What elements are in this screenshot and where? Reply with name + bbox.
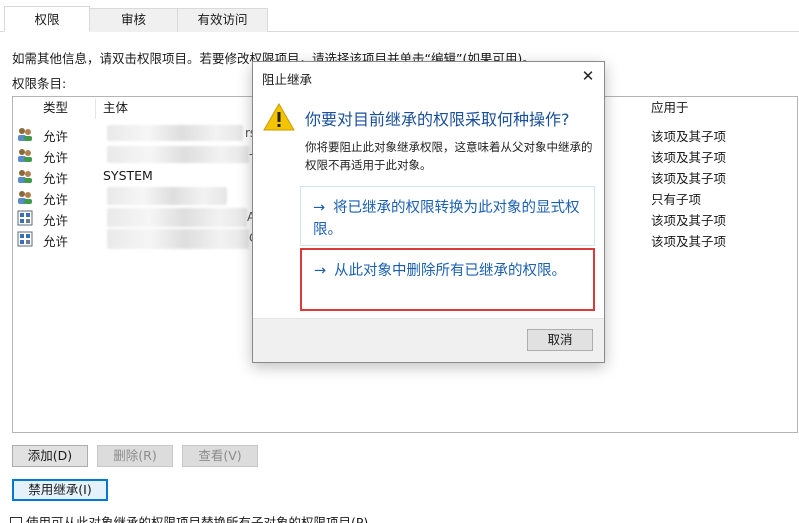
users-icon — [18, 191, 32, 204]
tab-permissions[interactable]: 权限 — [4, 6, 90, 32]
redacted-principal — [107, 125, 243, 141]
row-applies-to: 该项及其子项 — [651, 171, 727, 186]
row-applies-to: 该项及其子项 — [651, 213, 727, 228]
row-principal: SYSTEM — [103, 168, 153, 183]
redacted-principal — [107, 187, 227, 205]
replace-child-permissions-option[interactable]: 使用可从此对象继承的权限项目替换所有子对象的权限项目(P) — [10, 512, 368, 523]
replace-child-permissions-checkbox[interactable] — [10, 517, 22, 523]
redacted-principal — [107, 208, 247, 227]
column-header-principal[interactable]: 主体 — [103, 97, 128, 119]
row-applies-to: 该项及其子项 — [651, 234, 727, 249]
replace-child-permissions-label: 使用可从此对象继承的权限项目替换所有子对象的权限项目(P) — [26, 515, 369, 523]
arrow-right-icon: → — [313, 200, 326, 216]
tab-bar: 权限 审核 有效访问 — [0, 0, 799, 32]
users-icon — [18, 149, 32, 162]
close-icon[interactable]: ✕ — [572, 62, 604, 90]
row-type: 允许 — [43, 150, 69, 165]
dialog-footer: 取消 — [253, 318, 604, 362]
warning-icon — [263, 102, 295, 131]
row-type: 允许 — [43, 129, 69, 144]
arrow-right-icon: → — [314, 263, 327, 279]
view-button[interactable]: 查看(V) — [182, 445, 258, 467]
row-type: 允许 — [43, 192, 69, 207]
users-icon — [18, 128, 32, 141]
block-inheritance-dialog: 阻止继承 ✕ 你要对目前继承的权限采取何种操作? 你将要阻止此对象继承权限，这意… — [252, 61, 605, 363]
row-applies-to: 该项及其子项 — [651, 150, 727, 165]
column-header-applies-to[interactable]: 应用于 — [651, 97, 689, 119]
users-icon — [18, 170, 32, 183]
row-type: 允许 — [43, 213, 69, 228]
column-separator[interactable] — [95, 99, 96, 119]
disable-inheritance-button[interactable]: 禁用继承(I) — [12, 479, 108, 501]
remove-inherited-permissions-option[interactable]: → 从此对象中删除所有已继承的权限。 — [300, 248, 595, 311]
tab-effective-access[interactable]: 有效访问 — [177, 8, 268, 32]
tab-auditing[interactable]: 审核 — [89, 8, 178, 32]
row-type: 允许 — [43, 171, 69, 186]
remove-button[interactable]: 删除(R) — [97, 445, 173, 467]
network-group-icon — [17, 231, 33, 247]
dialog-heading: 你要对目前继承的权限采取何种操作? — [305, 110, 570, 129]
row-type: 允许 — [43, 234, 69, 249]
option-label: 将已继承的权限转换为此对象的显式权限。 — [313, 200, 580, 238]
redacted-principal — [107, 146, 249, 163]
cancel-button[interactable]: 取消 — [527, 329, 593, 351]
dialog-message: 你将要阻止此对象继承权限，这意味着从父对象中继承的权限不再适用于此对象。 — [305, 140, 593, 172]
option-label: 从此对象中删除所有已继承的权限。 — [334, 263, 566, 279]
permission-entries-label: 权限条目: — [12, 76, 67, 91]
column-header-type[interactable]: 类型 — [43, 97, 68, 119]
row-applies-to: 该项及其子项 — [651, 129, 727, 144]
redacted-principal — [107, 229, 249, 249]
dialog-title: 阻止继承 — [262, 72, 313, 87]
convert-inherited-permissions-option[interactable]: → 将已继承的权限转换为此对象的显式权限。 — [300, 186, 595, 246]
row-applies-to: 只有子项 — [651, 192, 702, 207]
network-group-icon — [17, 210, 33, 226]
add-button[interactable]: 添加(D) — [12, 445, 88, 467]
